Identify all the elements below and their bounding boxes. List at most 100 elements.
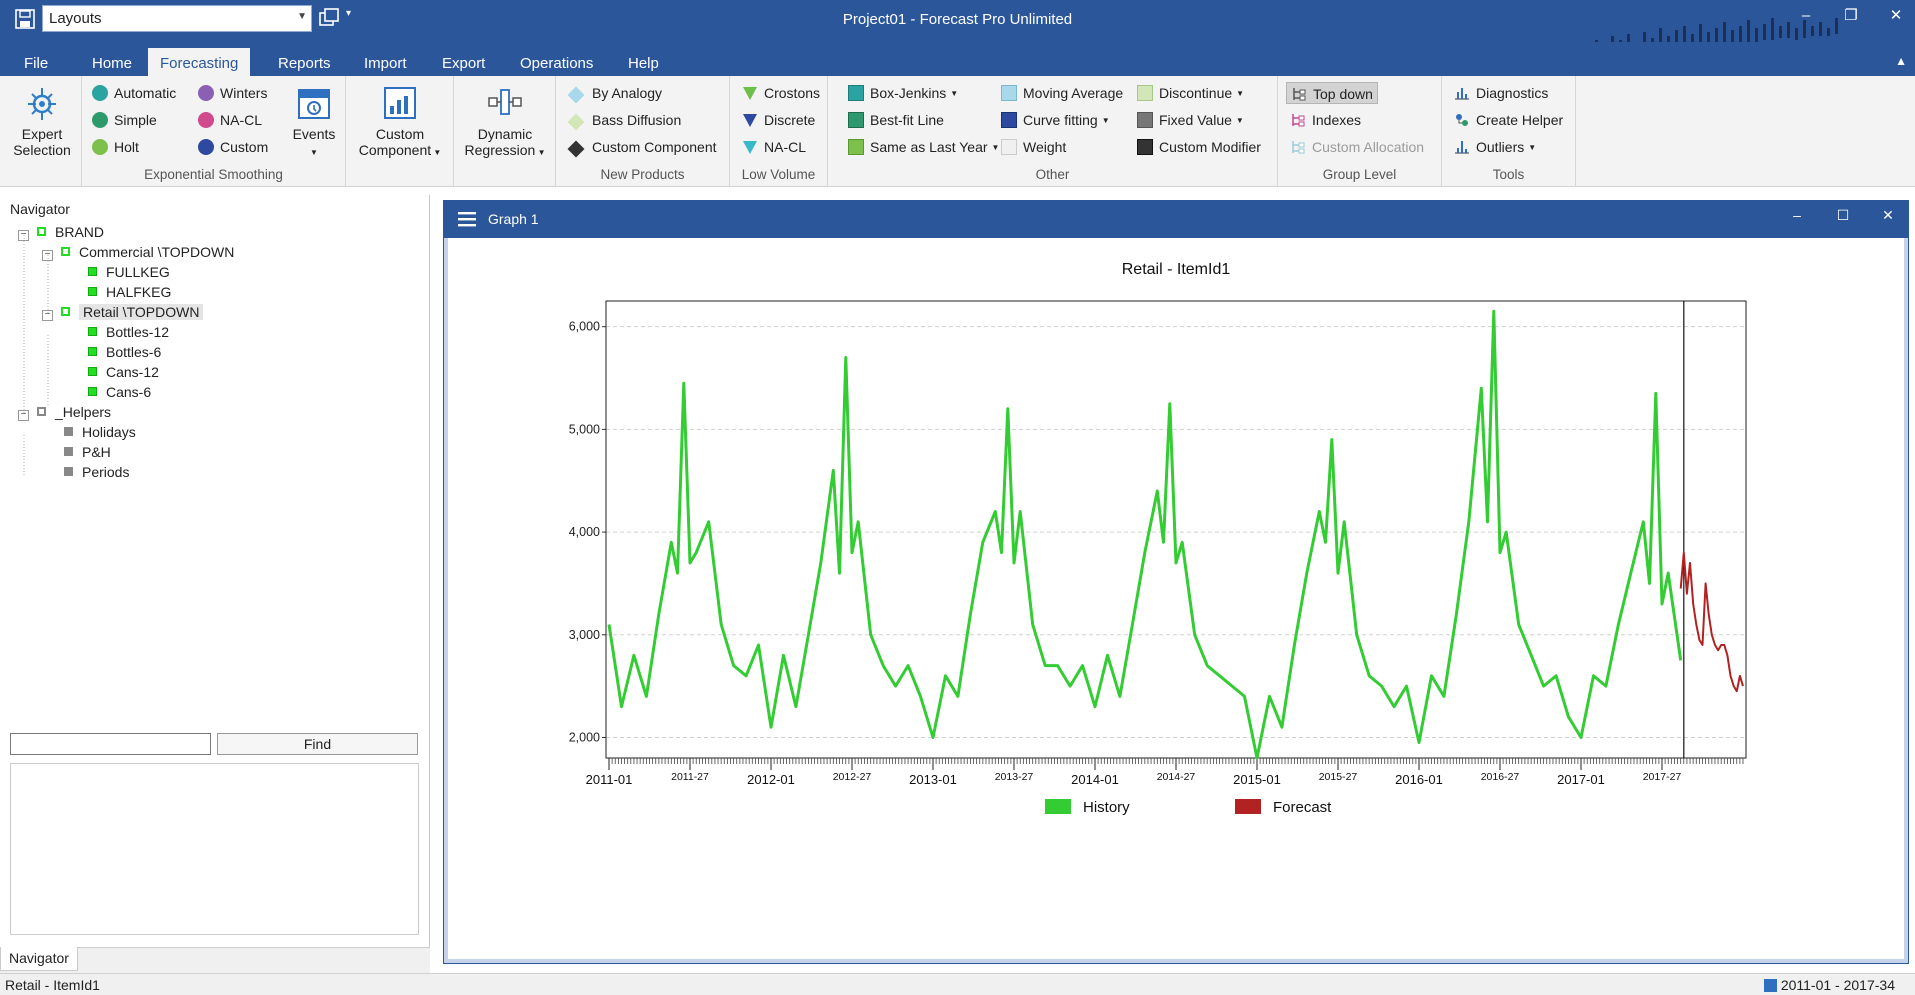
regression-icon <box>488 89 522 115</box>
find-input[interactable] <box>10 733 211 755</box>
x-mid-tick-label: 2014-27 <box>1157 771 1196 783</box>
weight-button[interactable]: Weight <box>1001 136 1066 158</box>
tab-import[interactable]: Import <box>352 50 419 76</box>
forecast-chart[interactable]: Retail - ItemId1 2,000 3,000 4,000 5,000 6,00… <box>448 238 1904 958</box>
create-helper-icon <box>1456 114 1468 126</box>
automatic-icon <box>92 85 108 101</box>
triangle-down-icon <box>743 114 757 127</box>
graph-window: Graph 1 – ☐ ✕ Retail - ItemId1 2,000 3,000… <box>443 200 1909 964</box>
minimize-button[interactable]: – <box>1791 5 1821 27</box>
simple-icon <box>92 112 108 128</box>
tab-operations[interactable]: Operations <box>508 50 605 76</box>
custom-button[interactable]: Custom <box>198 136 268 158</box>
winters-button[interactable]: Winters <box>198 82 267 104</box>
custom-icon <box>198 139 214 155</box>
square-icon <box>1137 112 1153 128</box>
expert-selection-icon <box>28 88 56 120</box>
holt-button[interactable]: Holt <box>92 136 139 158</box>
find-results-list[interactable] <box>10 763 419 935</box>
discontinue-button[interactable]: Discontinue ▼ <box>1137 82 1244 104</box>
discrete-button[interactable]: Discrete <box>742 109 815 131</box>
moving-average-label: Moving Average <box>1023 85 1124 101</box>
tab-reports[interactable]: Reports <box>266 50 343 76</box>
hamburger-menu-icon[interactable] <box>458 211 476 227</box>
status-current-item: Retail - ItemId1 <box>5 977 100 993</box>
tab-file[interactable]: File <box>12 50 60 76</box>
dynamic-regression-button[interactable]: Dynamic Regression ▼ <box>456 84 554 161</box>
series-line-forecast <box>1679 551 1744 693</box>
indexes-button[interactable]: Indexes <box>1290 109 1361 131</box>
nacl-icon <box>198 112 214 128</box>
moving-average-button[interactable]: Moving Average <box>1001 82 1123 104</box>
tab-forecasting[interactable]: Forecasting <box>148 48 251 76</box>
diagnostics-button[interactable]: Diagnostics <box>1454 82 1548 104</box>
custom-component-button[interactable]: Custom Component ▼ <box>350 84 450 161</box>
close-button[interactable]: ✕ <box>1881 5 1911 27</box>
group-low-volume: Crostons Discrete NA-CL Low Volume <box>730 76 828 187</box>
tab-export[interactable]: Export <box>430 50 497 76</box>
bass-diffusion-label: Bass Diffusion <box>592 112 682 128</box>
by-analogy-label: By Analogy <box>592 85 663 101</box>
nacl-lv-label: NA-CL <box>764 139 807 155</box>
hierarchy-icon <box>1293 88 1306 101</box>
by-analogy-button[interactable]: By Analogy <box>567 82 663 104</box>
legend-label-forecast: Forecast <box>1273 799 1332 816</box>
events-label: Events <box>292 126 336 142</box>
restore-button[interactable]: ❐ <box>1836 5 1866 27</box>
holt-icon <box>92 139 108 155</box>
x-mid-tick-label: 2016-27 <box>1481 771 1520 783</box>
simple-button[interactable]: Simple <box>92 109 157 131</box>
group-tools: Diagnostics Create Helper Outliers ▼ Tool… <box>1442 76 1576 187</box>
best-fit-line-button[interactable]: Best-fit Line <box>848 109 944 131</box>
tab-home[interactable]: Home <box>80 50 144 76</box>
tab-navigator[interactable]: Navigator <box>0 947 78 971</box>
x-tick-label: 2012-01 <box>747 772 795 787</box>
diagnostics-label: Diagnostics <box>1476 85 1549 101</box>
events-button[interactable]: Events ▼ <box>288 84 340 161</box>
legend-label-history: History <box>1083 799 1130 816</box>
custom-component-label-2: Component <box>358 142 432 158</box>
top-down-button[interactable]: Top down <box>1286 82 1378 104</box>
discontinue-dropdown-icon: ▼ <box>1236 89 1245 98</box>
square-icon <box>1001 112 1017 128</box>
curve-fitting-button[interactable]: Curve fitting ▼ <box>1001 109 1110 131</box>
tab-help[interactable]: Help <box>616 50 671 76</box>
same-as-last-year-button[interactable]: Same as Last Year ▼ <box>848 136 999 158</box>
x-tick-label: 2014-01 <box>1071 772 1119 787</box>
create-helper-button[interactable]: Create Helper <box>1454 109 1563 131</box>
simple-label: Simple <box>114 112 157 128</box>
graph-minimize-button[interactable]: – <box>1786 207 1808 223</box>
nacl-lv-button[interactable]: NA-CL <box>742 136 806 158</box>
crostons-button[interactable]: Crostons <box>742 82 820 104</box>
outliers-button[interactable]: Outliers ▼ <box>1454 136 1536 158</box>
group-dynamic-regression: Dynamic Regression ▼ <box>454 76 556 187</box>
triangle-down-icon <box>743 87 757 100</box>
custom-allocation-button[interactable]: Custom Allocation <box>1290 136 1424 158</box>
other-group-label: Other <box>1035 167 1070 182</box>
triangle-down-icon <box>743 141 757 154</box>
graph-close-button[interactable]: ✕ <box>1877 207 1899 224</box>
fixed-value-button[interactable]: Fixed Value ▼ <box>1137 109 1244 131</box>
crostons-label: Crostons <box>764 85 821 101</box>
box-jenkins-button[interactable]: Box-Jenkins ▼ <box>848 82 958 104</box>
diagnostics-icon <box>1455 88 1469 100</box>
find-button[interactable]: Find <box>217 733 418 755</box>
dynamic-regression-label-1: Dynamic <box>477 126 533 142</box>
custom-component-np-button[interactable]: Custom Component <box>567 136 717 158</box>
expert-selection-button[interactable]: Expert Selection <box>6 84 78 158</box>
automatic-button[interactable]: Automatic <box>92 82 176 104</box>
custom-modifier-button[interactable]: Custom Modifier <box>1137 136 1261 158</box>
graph-maximize-button[interactable]: ☐ <box>1832 207 1854 224</box>
hierarchy-icon <box>1292 114 1305 127</box>
legend-swatch-forecast <box>1235 799 1261 814</box>
x-mid-tick-label: 2013-27 <box>995 771 1034 783</box>
x-mid-tick-label: 2015-27 <box>1319 771 1358 783</box>
group-expert-selection: Expert Selection <box>0 76 82 187</box>
nacl-button[interactable]: NA-CL <box>198 109 262 131</box>
group-level-group-label: Group Level <box>1322 167 1397 182</box>
winters-icon <box>198 85 214 101</box>
dynamic-regression-label-2: Regression <box>464 142 536 158</box>
square-icon <box>848 85 864 101</box>
bass-diffusion-button[interactable]: Bass Diffusion <box>567 109 682 131</box>
collapse-ribbon-icon[interactable]: ▲ <box>1895 54 1907 68</box>
